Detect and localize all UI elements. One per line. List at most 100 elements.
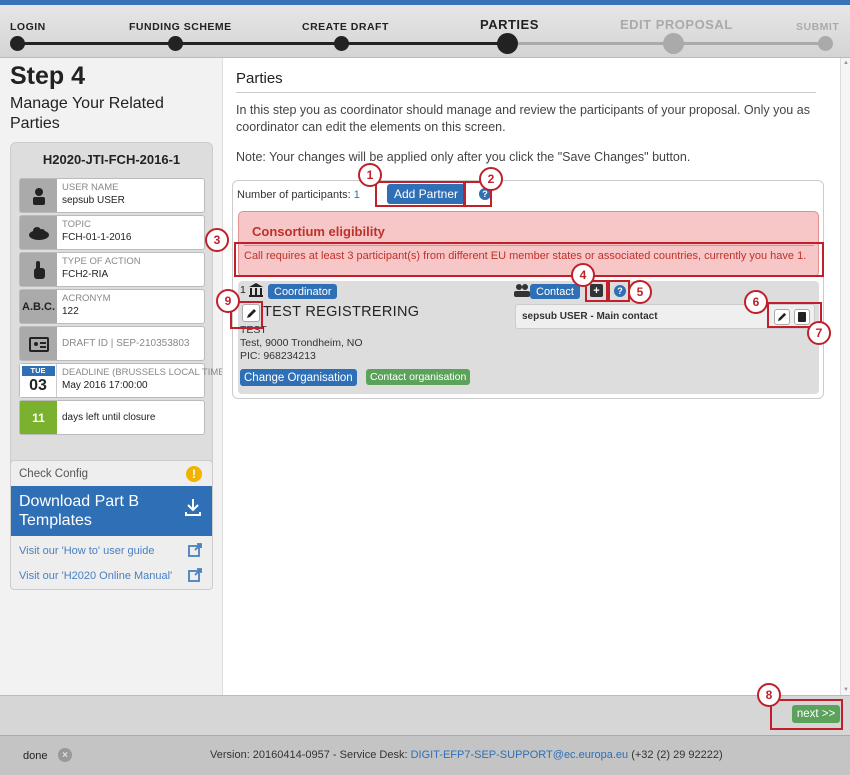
version-text: Version: 20160414-0957 - Service Desk:: [210, 749, 411, 761]
footer: done × Version: 20160414-0957 - Service …: [0, 735, 850, 775]
annotation-marker-2: 2: [479, 167, 503, 191]
partner-row: 1 Coordinator Contact + ? TEST REGISTRER…: [238, 281, 819, 394]
institution-icon: [249, 283, 263, 300]
page-title: Parties: [236, 70, 283, 87]
info-user-name: USER NAME sepsub USER: [19, 178, 205, 213]
annotation-marker-6: 6: [744, 290, 768, 314]
cloud-icon: [20, 216, 57, 249]
calendar-date: 03: [29, 376, 47, 394]
online-manual-link[interactable]: Visit our 'H2020 Online Manual': [19, 570, 172, 582]
organisation-address: Test, 9000 Trondheim, NO: [240, 337, 363, 349]
links-card: Check Config ! Download Part B Templates…: [10, 460, 213, 590]
download-icon: [184, 498, 202, 522]
warning-icon[interactable]: !: [186, 466, 202, 482]
info-draft-id: DRAFT ID | SEP-210353803: [19, 326, 205, 361]
topic-label: TOPIC: [62, 219, 91, 230]
organisation-pic: PIC: 968234213: [240, 350, 316, 362]
annotation-box-3: [234, 242, 824, 277]
call-id: H2020-JTI-FCH-2016-1: [42, 152, 181, 167]
main-content: Parties In this step you as coordinator …: [222, 58, 840, 695]
change-organisation-button[interactable]: Change Organisation: [240, 369, 357, 386]
action-strip: [0, 695, 850, 735]
close-icon[interactable]: ×: [58, 748, 72, 762]
progress-bar: LOGIN FUNDING SCHEME CREATE DRAFT PARTIE…: [0, 0, 850, 58]
contacts-icon: [514, 284, 530, 300]
main-contact-label: sepsub USER - Main contact: [522, 311, 658, 322]
step-funding-scheme[interactable]: FUNDING SCHEME: [129, 21, 232, 33]
calendar-day: TUE: [21, 365, 55, 376]
annotation-marker-9: 9: [216, 289, 240, 313]
partner-number: 1: [240, 284, 246, 296]
step-title: Step 4: [10, 62, 86, 90]
step-create-draft[interactable]: CREATE DRAFT: [302, 21, 389, 33]
coordinator-tag: Coordinator: [268, 284, 338, 299]
action-label: TYPE OF ACTION: [62, 256, 141, 267]
user-name-label: USER NAME: [62, 182, 119, 193]
action-value: FCH2-RIA: [62, 269, 109, 280]
contact-tag: Contact: [530, 284, 580, 299]
participants-count: Number of participants: 1: [237, 189, 360, 201]
scrollbar[interactable]: ▲ ▼: [840, 58, 850, 695]
participants-count-label: Number of participants:: [237, 189, 351, 201]
service-desk-phone: (+32 (2) 29 92222): [628, 749, 723, 761]
sidebar: Step 4 Manage Your Related Parties H2020…: [0, 58, 228, 695]
deadline-label: DEADLINE (Brussels Local Time): [62, 367, 228, 378]
annotation-marker-1: 1: [358, 163, 382, 187]
step-submit: SUBMIT: [796, 21, 840, 33]
download-templates-button[interactable]: Download Part B Templates: [11, 486, 212, 536]
deadline-value: May 2016 17:00:00: [62, 380, 148, 391]
calendar-icon: TUE 03: [20, 364, 57, 397]
info-type-of-action: TYPE OF ACTION FCH2-RIA: [19, 252, 205, 287]
step-subtitle: Manage Your Related Parties: [10, 95, 164, 132]
proposal-info-card: H2020-JTI-FCH-2016-1 USER NAME sepsub US…: [10, 142, 228, 502]
version-info: Version: 20160414-0957 - Service Desk: D…: [210, 749, 723, 761]
participants-count-value: 1: [353, 189, 360, 201]
topic-value: FCH-01-1-2016: [62, 232, 132, 243]
scroll-up-icon[interactable]: ▲: [843, 60, 849, 66]
info-acronym: A.B.C. ACRONYM 122: [19, 289, 205, 324]
step-dot-login[interactable]: [10, 36, 25, 51]
external-link-icon[interactable]: [188, 543, 202, 560]
step-dot-edit-proposal: [663, 33, 684, 54]
user-name-value: sepsub USER: [62, 195, 125, 206]
title-divider: [236, 92, 816, 93]
step-edit-proposal: EDIT PROPOSAL: [620, 17, 733, 32]
annotation-box-8: [770, 699, 843, 730]
info-days-left: 11 days left until closure: [19, 400, 205, 435]
info-deadline: TUE 03 DEADLINE (Brussels Local Time) Ma…: [19, 363, 228, 398]
step-dot-create-draft[interactable]: [334, 36, 349, 51]
check-config-link[interactable]: Check Config: [19, 468, 88, 480]
howto-guide-link[interactable]: Visit our 'How to' user guide: [19, 545, 154, 557]
scroll-down-icon[interactable]: ▼: [843, 687, 849, 693]
annotation-box-1: [375, 181, 465, 207]
organisation-name: TEST REGISTRERING: [263, 304, 420, 320]
days-left-badge: 11: [20, 401, 57, 434]
step-dot-parties: [497, 33, 518, 54]
note-text: Note: Your changes will be applied only …: [236, 150, 691, 164]
download-templates-label: Download Part B Templates: [19, 493, 140, 529]
annotation-marker-3: 3: [205, 228, 229, 252]
draft-id-label: DRAFT ID | SEP-210353803: [62, 338, 190, 349]
acronym-value: 122: [62, 306, 79, 317]
annotation-marker-8: 8: [757, 683, 781, 707]
pointer-hand-icon: [20, 253, 57, 286]
id-card-icon: [20, 327, 57, 360]
step-dot-funding[interactable]: [168, 36, 183, 51]
done-status: done: [23, 750, 48, 762]
step-parties: PARTIES: [480, 17, 539, 32]
service-desk-email[interactable]: DIGIT-EFP7-SEP-SUPPORT@ec.europa.eu: [411, 749, 629, 761]
acronym-label: ACRONYM: [62, 293, 111, 304]
step-dot-submit: [818, 36, 833, 51]
top-accent-stripe: [0, 0, 850, 5]
user-icon: [20, 179, 57, 212]
info-topic: TOPIC FCH-01-1-2016: [19, 215, 205, 250]
annotation-marker-5: 5: [628, 280, 652, 304]
annotation-box-5: [608, 280, 630, 302]
step-login[interactable]: LOGIN: [10, 21, 46, 33]
parties-panel: Number of participants: 1 Add Partner ? …: [232, 180, 824, 399]
contact-organisation-button[interactable]: Contact organisation: [366, 369, 471, 385]
days-left-text: days left until closure: [62, 412, 156, 423]
annotation-marker-7: 7: [807, 321, 831, 345]
external-link-icon[interactable]: [188, 568, 202, 585]
eligibility-title: Consortium eligibility: [252, 224, 385, 239]
